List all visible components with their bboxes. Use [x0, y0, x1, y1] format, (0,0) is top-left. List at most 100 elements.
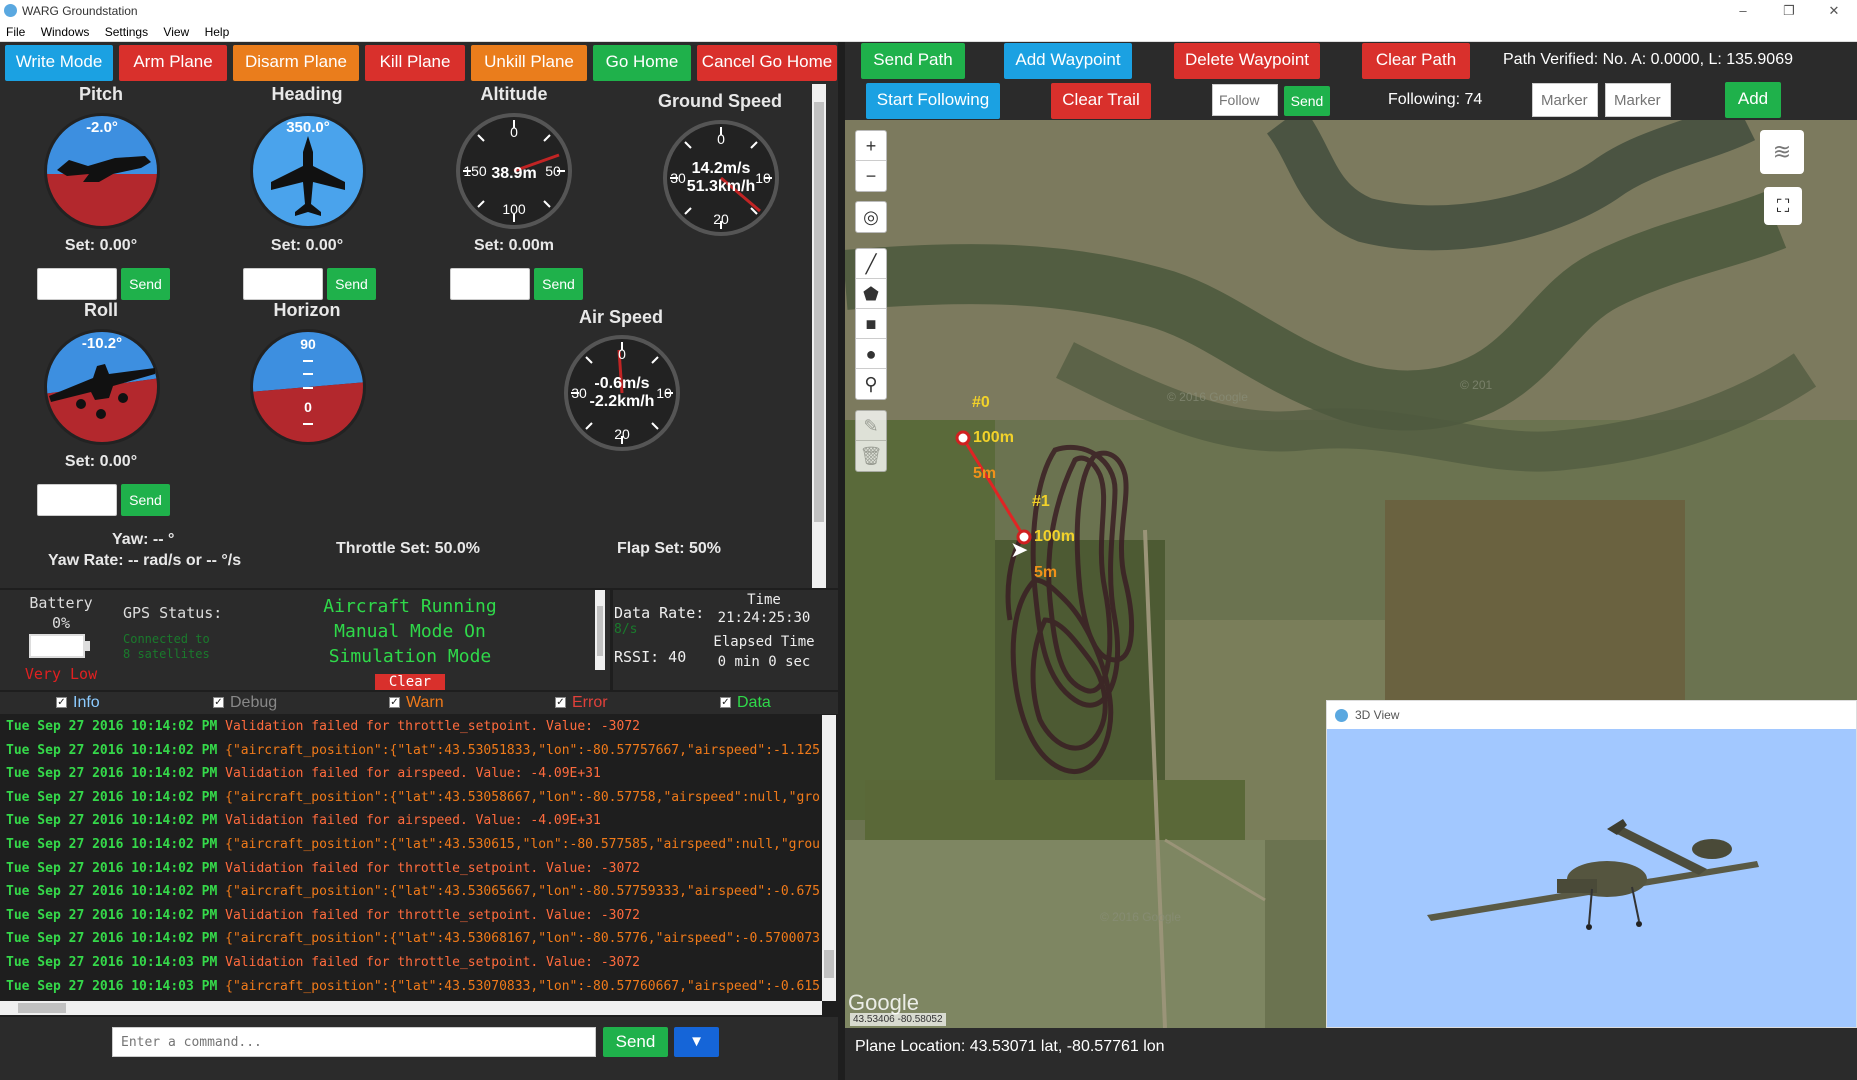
- log-row: Tue Sep 27 2016 10:14:02 PM {"aircraft_p…: [0, 739, 822, 763]
- waypoint-0-marker[interactable]: [955, 430, 971, 446]
- roll-input[interactable]: [37, 484, 117, 516]
- marker-input-2[interactable]: [1605, 83, 1671, 117]
- heading-set: Set: 0.00°: [270, 237, 344, 254]
- polygon-icon[interactable]: ⬟: [856, 279, 886, 309]
- heading-input[interactable]: [243, 268, 323, 300]
- log-timestamp: Tue Sep 27 2016 10:14:02 PM: [6, 860, 218, 876]
- command-dropdown-icon[interactable]: ▼: [674, 1027, 719, 1057]
- menu-file[interactable]: File: [0, 22, 31, 39]
- fullscreen-icon[interactable]: ⛶: [1764, 187, 1802, 225]
- rectangle-icon[interactable]: ■: [856, 309, 886, 339]
- checkbox-icon[interactable]: ✓: [555, 697, 566, 709]
- unkill-plane-button[interactable]: Unkill Plane: [471, 45, 587, 81]
- delete-waypoint-button[interactable]: Delete Waypoint: [1174, 43, 1320, 79]
- battery-icon: [29, 634, 85, 658]
- checkbox-icon[interactable]: ✓: [389, 697, 400, 709]
- locate-icon[interactable]: ◎: [856, 202, 886, 232]
- send-path-button[interactable]: Send Path: [861, 43, 965, 79]
- filter-data[interactable]: ✓ Data: [720, 694, 771, 712]
- edit-toolbar: ✎ 🗑: [855, 410, 887, 472]
- altitude-value: 38.9m: [491, 165, 536, 182]
- zoom-in-button[interactable]: +: [856, 131, 886, 161]
- filter-debug[interactable]: ✓ Debug: [213, 694, 277, 712]
- mode-aircraft-running: Aircraft Running: [323, 596, 497, 617]
- zoom-out-button[interactable]: −: [856, 161, 886, 191]
- add-waypoint-button[interactable]: Add Waypoint: [1004, 43, 1132, 79]
- pitch-set: Set: 0.00°: [64, 237, 138, 254]
- window-title: WARG Groundstation: [22, 4, 138, 18]
- trash-icon[interactable]: 🗑: [856, 441, 886, 471]
- altitude-gauge: 0 50 100 150 38.9m: [456, 113, 572, 229]
- add-marker-button[interactable]: Add: [1725, 82, 1781, 118]
- marker-icon[interactable]: ⚲: [856, 369, 886, 399]
- log-hscroll-thumb[interactable]: [18, 1003, 66, 1013]
- filter-info[interactable]: ✓ Info: [56, 694, 100, 712]
- air-speed-tick-20: 20: [614, 426, 630, 442]
- log-row: Tue Sep 27 2016 10:14:02 PM Validation f…: [0, 904, 822, 928]
- log-row: Tue Sep 27 2016 10:14:03 PM Validation f…: [0, 951, 822, 975]
- path-verified-status: Path Verified: No. A: 0.0000, L: 135.906…: [1503, 51, 1793, 68]
- log-hscrollbar[interactable]: [0, 1001, 822, 1015]
- menu-settings[interactable]: Settings: [99, 22, 154, 39]
- filter-error[interactable]: ✓ Error: [555, 694, 608, 712]
- altitude-send-button[interactable]: Send: [534, 268, 583, 300]
- 3d-view-header: 3D View: [1327, 701, 1856, 729]
- kill-plane-button[interactable]: Kill Plane: [365, 45, 465, 81]
- map-coordinates: 43.53406 -80.58052: [850, 1013, 946, 1026]
- marker-input-1[interactable]: [1532, 83, 1598, 117]
- restore-button[interactable]: ❐: [1766, 0, 1812, 22]
- altitude-label: Altitude: [480, 84, 548, 104]
- roll-label: Roll: [84, 300, 118, 320]
- go-home-button[interactable]: Go Home: [593, 45, 691, 81]
- clear-status-button[interactable]: Clear: [375, 674, 445, 690]
- pitch-send-button[interactable]: Send: [121, 268, 170, 300]
- following-count: Following: 74: [1388, 91, 1483, 108]
- heading-value: 350.0°: [286, 119, 330, 136]
- edit-icon[interactable]: ✎: [856, 411, 886, 441]
- waypoint-1-label: #1: [1032, 493, 1050, 510]
- altitude-tick-50: 50: [545, 163, 561, 179]
- menu-windows[interactable]: Windows: [35, 22, 96, 39]
- cancel-go-home-button[interactable]: Cancel Go Home: [697, 45, 837, 81]
- altitude-tick-0: 0: [510, 124, 518, 140]
- horizon-mid: 0: [304, 399, 312, 415]
- checkbox-icon[interactable]: ✓: [720, 697, 731, 709]
- arm-plane-button[interactable]: Arm Plane: [119, 45, 227, 81]
- instrument-scroll-thumb[interactable]: [814, 102, 824, 522]
- log-vscroll-thumb[interactable]: [824, 950, 834, 978]
- checkbox-icon[interactable]: ✓: [213, 697, 224, 709]
- close-button[interactable]: ✕: [1811, 0, 1857, 22]
- log-message: {"aircraft_position":{"lat":43.53065667,…: [225, 884, 820, 900]
- menu-help[interactable]: Help: [199, 22, 236, 39]
- ground-speed-ms: 14.2m/s: [692, 160, 751, 177]
- clear-path-button[interactable]: Clear Path: [1362, 43, 1470, 79]
- status-panel: Battery 0% Very Low GPS Status: Connecte…: [0, 590, 838, 690]
- data-rate-value: 8/s: [614, 622, 638, 637]
- pitch-label: Pitch: [78, 84, 123, 104]
- minimize-button[interactable]: –: [1720, 0, 1766, 22]
- polyline-icon[interactable]: ╱: [856, 249, 886, 279]
- follow-send-button[interactable]: Send: [1284, 86, 1330, 116]
- filter-warn[interactable]: ✓ Warn: [389, 694, 444, 712]
- log-message: Validation failed for airspeed. Value: -…: [225, 813, 601, 829]
- layers-icon[interactable]: ≋: [1760, 130, 1804, 174]
- roll-send-button[interactable]: Send: [121, 484, 170, 516]
- heading-send-button[interactable]: Send: [327, 268, 376, 300]
- status-scroll-thumb[interactable]: [597, 606, 603, 656]
- log-message: {"aircraft_position":{"lat":43.53051833,…: [225, 742, 820, 758]
- clear-trail-button[interactable]: Clear Trail: [1051, 83, 1151, 119]
- menu-bar: File Windows Settings View Help: [0, 22, 1857, 42]
- start-following-button[interactable]: Start Following: [866, 83, 1000, 119]
- pitch-input[interactable]: [37, 268, 117, 300]
- circle-icon[interactable]: ●: [856, 339, 886, 369]
- checkbox-icon[interactable]: ✓: [56, 697, 67, 709]
- follow-input[interactable]: [1212, 84, 1278, 116]
- command-input[interactable]: [112, 1027, 596, 1057]
- pitch-value: -2.0°: [86, 119, 118, 136]
- command-send-button[interactable]: Send: [603, 1027, 668, 1057]
- disarm-plane-button[interactable]: Disarm Plane: [233, 45, 359, 81]
- menu-view[interactable]: View: [157, 22, 195, 39]
- flap-readout: Flap Set: 50%: [617, 540, 722, 557]
- write-mode-button[interactable]: Write Mode: [5, 45, 113, 81]
- altitude-input[interactable]: [450, 268, 530, 300]
